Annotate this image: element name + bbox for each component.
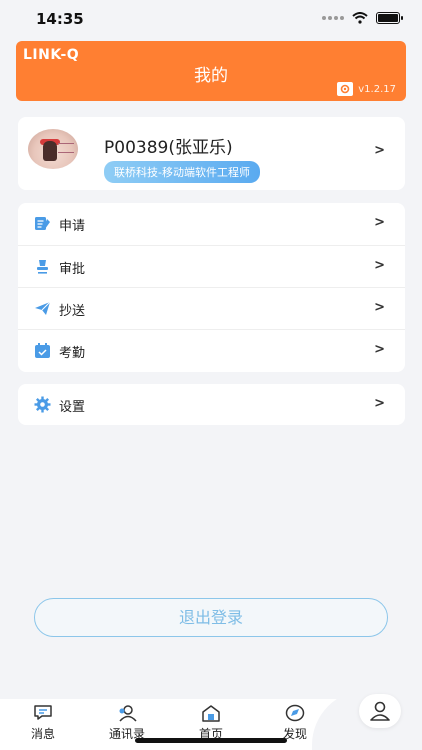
tab-home[interactable]: 首页 xyxy=(181,700,241,742)
apply-icon xyxy=(35,217,50,230)
status-icons xyxy=(322,12,403,24)
menu-item-attendance[interactable]: 考勤 > xyxy=(18,329,405,371)
version-info: v1.2.17 xyxy=(337,82,396,96)
wifi-icon xyxy=(352,12,368,24)
tab-label: 消息 xyxy=(30,727,55,741)
status-time: 14:35 xyxy=(36,10,84,28)
chevron-right-icon: > xyxy=(374,215,385,230)
menu-item-settings[interactable]: 设置 > xyxy=(18,384,405,426)
discover-icon xyxy=(285,704,305,722)
version-app-icon xyxy=(337,82,354,96)
attendance-icon xyxy=(35,343,50,358)
tab-messages[interactable]: 消息 xyxy=(13,700,73,742)
chevron-right-icon: > xyxy=(374,342,385,357)
tab-profile[interactable] xyxy=(359,694,401,728)
cc-icon xyxy=(35,301,51,315)
status-bar: 14:35 xyxy=(0,0,422,36)
profile-name: P00389(张亚乐) xyxy=(104,138,233,158)
menu-card: 申请 > 审批 > 抄送 > 考勤 > xyxy=(18,203,405,372)
gear-icon xyxy=(34,396,51,413)
home-indicator xyxy=(135,738,287,743)
menu-item-label: 设置 xyxy=(59,400,86,415)
menu-item-label: 抄送 xyxy=(59,304,86,319)
chevron-right-icon: > xyxy=(374,396,385,411)
logout-button[interactable]: 退出登录 xyxy=(34,598,388,637)
version-text: v1.2.17 xyxy=(358,83,396,95)
profile-position-tag: 联桥科技-移动端软件工程师 xyxy=(104,161,260,183)
menu-item-label: 申请 xyxy=(59,219,86,234)
page-header: LINK-Q 我的 v1.2.17 xyxy=(16,41,406,101)
tab-discover[interactable]: 发现 xyxy=(265,700,325,742)
settings-card: 设置 > xyxy=(18,384,405,425)
battery-icon xyxy=(376,12,403,24)
contacts-icon xyxy=(119,705,137,722)
chevron-right-icon: > xyxy=(374,143,385,158)
tab-contacts[interactable]: 通讯录 xyxy=(97,700,157,742)
signal-icon xyxy=(322,16,344,20)
message-icon xyxy=(34,705,52,720)
home-icon xyxy=(202,705,220,722)
chevron-right-icon: > xyxy=(374,258,385,273)
profile-icon xyxy=(370,701,390,721)
menu-item-approve[interactable]: 审批 > xyxy=(18,245,405,287)
menu-item-label: 考勤 xyxy=(59,346,86,361)
menu-item-cc[interactable]: 抄送 > xyxy=(18,287,405,329)
avatar xyxy=(28,129,78,169)
chevron-right-icon: > xyxy=(374,300,385,315)
profile-card[interactable]: P00389(张亚乐) 联桥科技-移动端软件工程师 > xyxy=(18,117,405,190)
approve-icon xyxy=(37,260,48,274)
menu-item-label: 审批 xyxy=(59,262,86,277)
menu-item-apply[interactable]: 申请 > xyxy=(18,203,405,245)
